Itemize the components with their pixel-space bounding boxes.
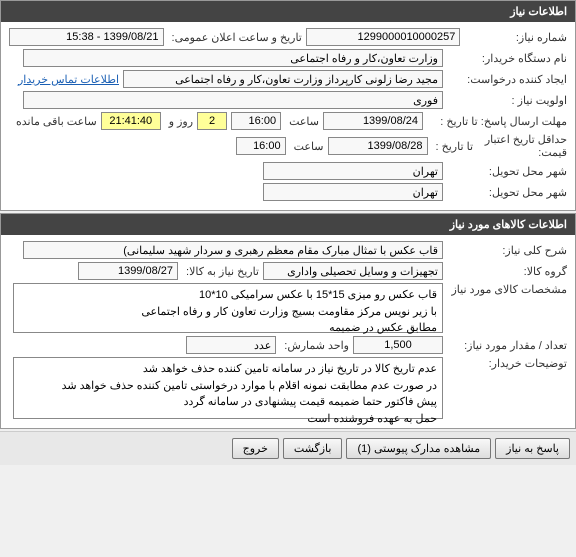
qty-field: [353, 336, 443, 354]
validity-time-field: [236, 137, 286, 155]
time-label-1: ساعت: [285, 115, 319, 128]
validity-label: حداقل تاریخ اعتبار قیمت:: [477, 133, 567, 159]
exit-button[interactable]: خروج: [232, 438, 279, 459]
deadline-label: مهلت ارسال پاسخ: تا تاریخ :: [427, 115, 567, 128]
spec-field: قاب عکس رو میزی 15*15 با عکس سرامیکی 10*…: [13, 283, 443, 333]
validity-label2: تا تاریخ :: [432, 140, 473, 153]
need-no-label: شماره نیاز:: [464, 31, 567, 44]
need-info-header: اطلاعات نیاز: [1, 1, 575, 22]
need-date-field: [78, 262, 178, 280]
unit-field: [186, 336, 276, 354]
need-date-label: تاریخ نیاز به کالا:: [182, 265, 259, 278]
remaining-suffix: ساعت باقی مانده: [12, 115, 97, 128]
group-label: گروه کالا:: [447, 265, 567, 278]
announce-field: [9, 28, 164, 46]
remaining-days-label: روز و: [165, 115, 193, 128]
announce-label: تاریخ و ساعت اعلان عمومی:: [168, 31, 302, 44]
delivery-city2-field: [263, 183, 443, 201]
goods-info-panel: اطلاعات کالاهای مورد نیاز شرح کلی نیاز: …: [0, 213, 576, 429]
view-docs-button[interactable]: مشاهده مدارک پیوستی (1): [346, 438, 491, 459]
goods-info-header: اطلاعات کالاهای مورد نیاز: [1, 214, 575, 235]
goods-info-body: شرح کلی نیاز: گروه کالا: تاریخ نیاز به ک…: [1, 235, 575, 428]
spec-label: مشخصات کالای مورد نیاز: [447, 283, 567, 296]
group-field: [263, 262, 443, 280]
validity-date-field: [328, 137, 428, 155]
time-label-2: ساعت: [290, 140, 324, 153]
notes-label: توضیحات خریدار:: [447, 357, 567, 370]
need-info-panel: اطلاعات نیاز شماره نیاز: تاریخ و ساعت اع…: [0, 0, 576, 211]
button-bar: پاسخ به نیاز مشاهده مدارک پیوستی (1) باز…: [0, 431, 576, 465]
buyer-org-field: [23, 49, 443, 67]
requester-field: [123, 70, 443, 88]
delivery-city-label: شهر محل تحویل:: [447, 165, 567, 178]
need-info-body: شماره نیاز: تاریخ و ساعت اعلان عمومی: نا…: [1, 22, 575, 210]
notes-field: عدم تاریخ کالا در تاریخ نیاز در سامانه ت…: [13, 357, 443, 419]
deadline-time-field: [231, 112, 281, 130]
desc-field: [23, 241, 443, 259]
deadline-date-field: [323, 112, 423, 130]
unit-label: واحد شمارش:: [280, 339, 349, 352]
contact-link[interactable]: اطلاعات تماس خریدار: [18, 73, 119, 86]
back-button[interactable]: بازگشت: [283, 438, 343, 459]
priority-label: اولویت نیاز :: [447, 94, 567, 107]
reply-button[interactable]: پاسخ به نیاز: [495, 438, 570, 459]
remaining-time-field: [101, 112, 161, 130]
buyer-org-label: نام دستگاه خریدار:: [447, 52, 567, 65]
desc-label: شرح کلی نیاز:: [447, 244, 567, 257]
priority-field: [23, 91, 443, 109]
requester-label: ایجاد کننده درخواست:: [447, 73, 567, 86]
delivery-city2-label: شهر محل تحویل:: [447, 186, 567, 199]
remaining-days-field: [197, 112, 227, 130]
need-no-field: [306, 28, 461, 46]
qty-label: تعداد / مقدار مورد نیاز:: [447, 339, 567, 352]
delivery-city-field: [263, 162, 443, 180]
